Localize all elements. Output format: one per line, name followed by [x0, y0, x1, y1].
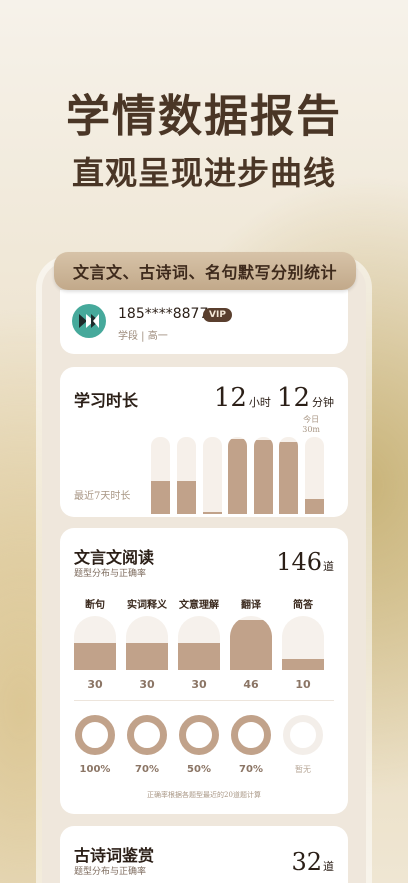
category-bar-fill [74, 643, 116, 670]
avatar[interactable] [72, 304, 106, 338]
study-bar-fill [177, 480, 196, 514]
study-bar [203, 437, 222, 514]
poetry-title: 古诗词鉴赏 [74, 846, 155, 865]
poetry-subtitle: 题型分布与正确率 [74, 867, 147, 877]
study-bar [279, 437, 298, 514]
feature-banner: 文言文、古诗词、名句默写分别统计 [54, 252, 356, 290]
category-bar-fill [230, 619, 272, 670]
minutes-unit: 分钟 [312, 396, 334, 409]
category-name: 文意理解 [179, 600, 219, 611]
accuracy-value: 100% [79, 764, 111, 775]
reading-subtitle: 题型分布与正确率 [74, 569, 147, 579]
hours-unit: 小时 [248, 396, 271, 409]
category-name: 翻译 [241, 600, 261, 611]
today-value: 30m [302, 425, 320, 434]
accuracy-value: 50% [187, 764, 211, 775]
study-bar [228, 437, 247, 514]
category-count: 30 [139, 678, 155, 691]
category-name: 断句 [85, 600, 105, 611]
reading-card[interactable]: 文言文阅读 题型分布与正确率 146 道 断句 30 100% 实词释义 30 70% 文意… [60, 528, 348, 814]
study-bar-fill [254, 440, 273, 514]
category-bar-fill [282, 659, 324, 670]
hero-title: 学情数据报告 [66, 91, 342, 142]
hero-subtitle: 直观呈现进步曲线 [71, 154, 336, 192]
category-count: 10 [295, 678, 311, 691]
category-count: 46 [243, 678, 259, 691]
poetry-count-unit: 道 [323, 860, 334, 873]
category-name: 实词释义 [127, 600, 167, 611]
category-bar-fill [126, 643, 168, 670]
divider [74, 700, 334, 701]
study-bar [254, 437, 273, 514]
accuracy-ring [179, 715, 219, 755]
accuracy-value: 70% [135, 764, 159, 775]
category-bar-fill [178, 643, 220, 670]
accuracy-note: 正确率根据各题型最近的20道题计算 [147, 791, 261, 799]
study-bar-fill [151, 480, 170, 514]
accuracy-ring [283, 715, 323, 755]
accuracy-ring [231, 715, 271, 755]
category-bar [178, 616, 220, 670]
user-phone: 185****8877 [118, 306, 209, 322]
accuracy-ring [75, 715, 115, 755]
category-bar [282, 616, 324, 670]
study-bar-fill [279, 442, 298, 514]
today-text: 今日 [303, 415, 320, 424]
category-count: 30 [191, 678, 207, 691]
reading-count-unit: 道 [323, 560, 334, 573]
study-bar [151, 437, 170, 514]
accuracy-value: 70% [239, 764, 263, 775]
poetry-card[interactable]: 古诗词鉴赏 题型分布与正确率 32 道 [60, 826, 348, 883]
study-bar-fill [228, 439, 247, 514]
hours-value: 12 [213, 383, 247, 413]
today-label: 今日 30m [302, 415, 320, 435]
study-bar [177, 437, 196, 514]
category-name: 简答 [293, 600, 313, 611]
recent-label: 最近7天时长 [74, 491, 131, 502]
study-time-total: 12 小时 12 分钟 [214, 383, 334, 413]
reading-title: 文言文阅读 [74, 548, 155, 567]
minutes-value: 12 [276, 383, 310, 413]
study-bar-fill [203, 512, 222, 514]
user-grade: 学段 | 高一 [118, 331, 168, 342]
study-bar-fill [305, 499, 324, 514]
category-count: 30 [87, 678, 103, 691]
category-bar [74, 616, 116, 670]
study-time-card[interactable]: 学习时长 12 小时 12 分钟 最近7天时长 今日 30m [60, 367, 348, 517]
accuracy-value: 暂无 [295, 765, 311, 774]
poetry-count: 32 [291, 848, 322, 876]
study-time-title: 学习时长 [74, 391, 139, 410]
reading-count: 146 [276, 548, 322, 576]
logo-icon [79, 314, 99, 328]
profile-card[interactable]: 185****8877 VIP 学段 | 高一 [60, 290, 348, 354]
category-bar [126, 616, 168, 670]
vip-badge: VIP [203, 308, 232, 322]
accuracy-ring [127, 715, 167, 755]
category-bar [230, 616, 272, 670]
study-bar [305, 437, 324, 514]
